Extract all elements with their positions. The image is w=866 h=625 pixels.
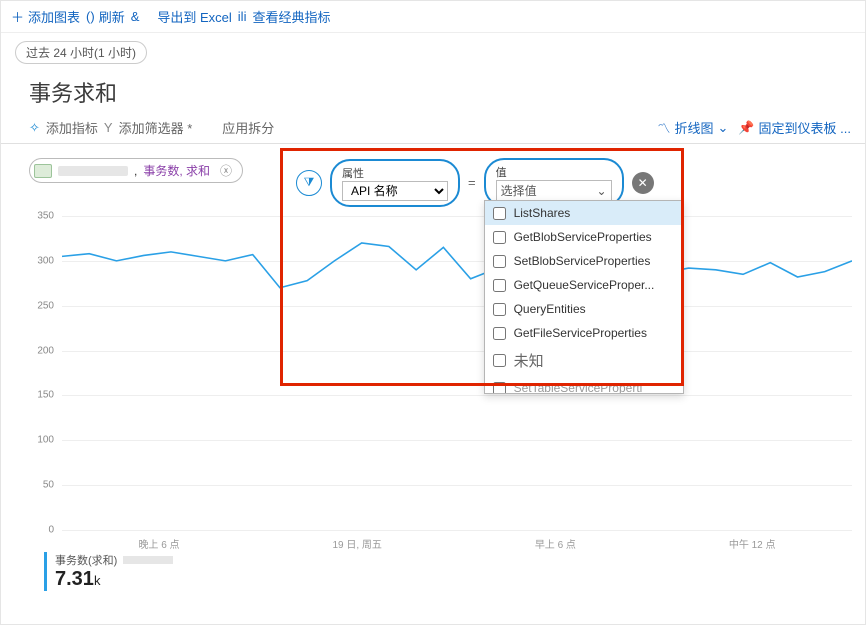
- option-checkbox[interactable]: [493, 255, 506, 268]
- filter-icon-button[interactable]: ⧩: [296, 170, 322, 196]
- option-checkbox[interactable]: [493, 303, 506, 316]
- chevron-down-icon: ⌄: [597, 184, 607, 198]
- add-metric-button[interactable]: 添加指标: [46, 118, 98, 137]
- top-toolbar: ＋ 添加图表 () 刷新 & 导出到 Excel ili 查看经典指标: [1, 1, 865, 33]
- y-tick-label: 350: [37, 211, 54, 222]
- pin-button[interactable]: 📌 固定到仪表板 ...: [738, 118, 851, 137]
- option-label: GetBlobServiceProperties: [514, 230, 652, 244]
- y-axis-labels: 050100150200250300350: [28, 216, 58, 536]
- option-label: SetTableServiceProperti: [514, 381, 643, 393]
- chart-type-dropdown[interactable]: 〽 折线图 ⌄: [657, 118, 728, 137]
- option-checkbox[interactable]: [493, 231, 506, 244]
- option-label: QueryEntities: [514, 302, 586, 316]
- option-label: 未知: [514, 350, 544, 371]
- y-tick-label: 50: [43, 480, 54, 491]
- equals-sign: =: [468, 175, 476, 190]
- option-label: ListShares: [514, 206, 571, 220]
- resource-icon: [34, 164, 52, 178]
- legend-label: 事务数(求和): [55, 552, 117, 568]
- dropdown-option[interactable]: GetBlobServiceProperties: [485, 225, 683, 249]
- chart-area: 050100150200250300350 晚上 6 点19 日, 周五早上 6…: [28, 216, 852, 546]
- page-title: 事务求和: [29, 76, 865, 108]
- legend-value: 7.31k: [55, 568, 173, 591]
- line-chart-svg: [62, 216, 852, 530]
- x-tick-label: 19 日, 周五: [332, 536, 381, 551]
- y-tick-label: 200: [37, 345, 54, 356]
- property-label: 属性: [342, 165, 448, 181]
- y-tick-label: 300: [37, 255, 54, 266]
- legend-redacted: [123, 556, 173, 564]
- metric-pill[interactable]: , 事务数, 求和 ⓧ: [29, 158, 243, 183]
- dropdown-scroll[interactable]: ListShares GetBlobServiceProperties SetB…: [485, 201, 683, 393]
- add-chart-button[interactable]: ＋ 添加图表: [11, 7, 80, 26]
- export-label: 导出到 Excel: [157, 7, 231, 26]
- refresh-label: 刷新: [99, 7, 125, 26]
- plus-icon: ＋: [11, 7, 24, 26]
- y-tick-label: 100: [37, 435, 54, 446]
- option-checkbox[interactable]: [493, 382, 506, 394]
- filter-value-pill: 值 选择值 ⌄ ListShares GetBlobServicePropert…: [484, 158, 624, 207]
- chart-legend: 事务数(求和) 7.31k: [44, 552, 173, 591]
- dropdown-option[interactable]: ListShares: [485, 201, 683, 225]
- metric-pill-text: 事务数, 求和: [143, 162, 210, 179]
- apply-split-button[interactable]: 应用拆分: [222, 118, 274, 137]
- option-label: GetFileServiceProperties: [514, 326, 647, 340]
- dropdown-option[interactable]: GetQueueServiceProper...: [485, 273, 683, 297]
- x-tick-label: 晚上 6 点: [138, 536, 179, 551]
- close-icon: ✕: [638, 176, 648, 190]
- series-line: [62, 243, 852, 288]
- y-tick-label: 0: [48, 525, 54, 536]
- option-checkbox[interactable]: [493, 354, 506, 367]
- value-dropdown: ListShares GetBlobServiceProperties SetB…: [484, 200, 684, 394]
- line-chart-icon: 〽: [657, 118, 670, 137]
- option-checkbox[interactable]: [493, 207, 506, 220]
- plot: [62, 216, 852, 530]
- value-label: 值: [496, 164, 612, 180]
- amp-label: &: [131, 9, 140, 24]
- x-tick-label: 中午 12 点: [729, 536, 776, 551]
- pin-icon: 📌: [738, 120, 754, 136]
- ili-label: ili: [238, 9, 247, 24]
- property-select[interactable]: API 名称: [342, 181, 448, 201]
- refresh-button[interactable]: () 刷新: [86, 7, 125, 26]
- y-tick-label: 150: [37, 390, 54, 401]
- option-checkbox[interactable]: [493, 327, 506, 340]
- chart-type-label: 折线图: [674, 118, 713, 137]
- remove-metric-icon[interactable]: ⓧ: [220, 162, 232, 179]
- filter-group: ⧩ 属性 API 名称 = 值 选择值 ⌄ ListShares GetBlob…: [296, 158, 654, 207]
- pin-label: 固定到仪表板 ...: [759, 118, 851, 137]
- chevron-down-icon: ⌄: [717, 120, 728, 136]
- metrics-icon: ✧: [29, 120, 40, 136]
- filter-property-pill: 属性 API 名称: [330, 159, 460, 207]
- filter-icon: ⧩: [304, 175, 315, 190]
- refresh-icon: (): [86, 9, 95, 24]
- option-label: SetBlobServiceProperties: [514, 254, 651, 268]
- value-placeholder: 选择值: [501, 182, 537, 199]
- classic-label: 查看经典指标: [252, 7, 330, 26]
- dropdown-option[interactable]: GetFileServiceProperties: [485, 321, 683, 345]
- x-axis-labels: 晚上 6 点 19 日, 周五 早上 6 点 中午 12 点: [62, 536, 852, 551]
- option-label: GetQueueServiceProper...: [514, 278, 655, 292]
- resource-name-redacted: [58, 166, 128, 176]
- add-chart-label: 添加图表: [28, 7, 80, 26]
- dropdown-option[interactable]: QueryEntities: [485, 297, 683, 321]
- time-range-chip[interactable]: 过去 24 小时(1 小时): [15, 41, 147, 64]
- add-filter-button[interactable]: 添加筛选器 *: [119, 118, 193, 137]
- value-select[interactable]: 选择值 ⌄: [496, 180, 612, 201]
- export-button[interactable]: 导出到 Excel: [157, 7, 231, 26]
- dropdown-option[interactable]: 未知: [485, 345, 683, 376]
- y-tick-label: 250: [37, 300, 54, 311]
- remove-filter-button[interactable]: ✕: [632, 172, 654, 194]
- sub-toolbar: ✧ 添加指标 Y 添加筛选器 * 应用拆分 〽 折线图 ⌄ 📌 固定到仪表板 .…: [1, 114, 865, 144]
- x-tick-label: 早上 6 点: [535, 536, 576, 551]
- dropdown-option[interactable]: SetBlobServiceProperties: [485, 249, 683, 273]
- option-checkbox[interactable]: [493, 279, 506, 292]
- classic-button[interactable]: 查看经典指标: [252, 7, 330, 26]
- dropdown-option[interactable]: SetTableServiceProperti: [485, 376, 683, 393]
- grid-line: [62, 530, 852, 531]
